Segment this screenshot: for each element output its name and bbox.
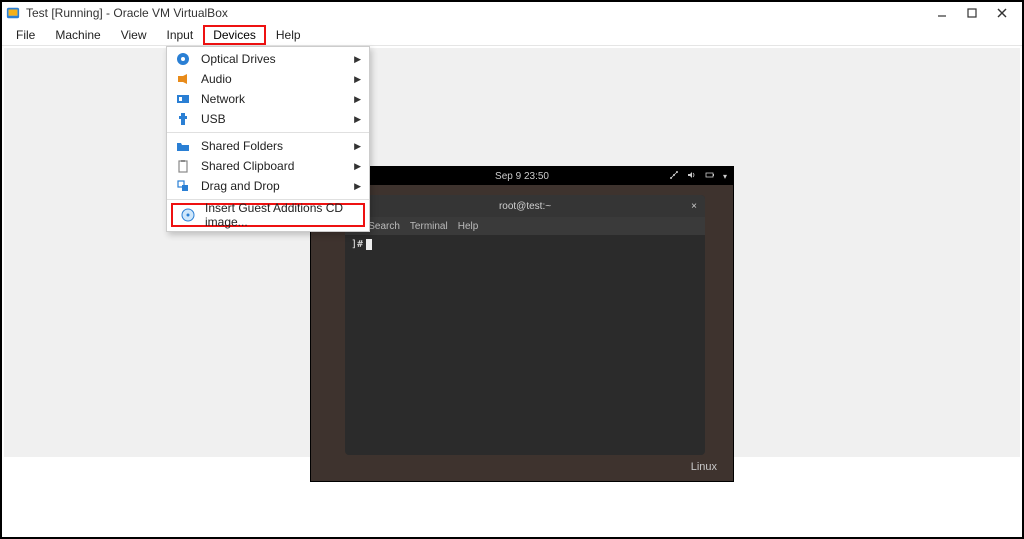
menu-network[interactable]: Network ▶ — [167, 89, 369, 109]
gnome-topbar-time: Sep 9 23:50 — [495, 171, 549, 182]
volume-icon — [687, 170, 697, 183]
terminal-close-button[interactable]: × — [691, 201, 697, 212]
chevron-right-icon: ▶ — [354, 114, 361, 125]
battery-icon — [705, 170, 715, 183]
menu-drag-and-drop[interactable]: Drag and Drop ▶ — [167, 176, 369, 196]
guest-display-area: Terminal Sep 9 23:50 ▾ root@test:~ × w S… — [4, 48, 1020, 457]
window-title: Test [Running] - Oracle VM VirtualBox — [26, 6, 934, 20]
close-button[interactable] — [994, 5, 1010, 21]
usb-label: USB — [201, 112, 226, 126]
menubar: File Machine View Input Devices Help — [2, 24, 1022, 46]
terminal-menubar: w Search Terminal Help — [345, 217, 705, 235]
folder-icon — [175, 138, 191, 154]
terminal-body[interactable]: ]# — [345, 235, 705, 254]
shared-clipboard-label: Shared Clipboard — [201, 159, 294, 173]
menu-shared-clipboard[interactable]: Shared Clipboard ▶ — [167, 156, 369, 176]
terminal-window[interactable]: root@test:~ × w Search Terminal Help ]# — [345, 195, 705, 455]
menu-optical-drives[interactable]: Optical Drives ▶ — [167, 49, 369, 69]
shared-folders-label: Shared Folders — [201, 139, 283, 153]
terminal-cursor — [366, 239, 372, 250]
terminal-menu-search[interactable]: Search — [368, 221, 400, 232]
terminal-titlebar[interactable]: root@test:~ × — [345, 195, 705, 217]
menu-help[interactable]: Help — [266, 26, 311, 44]
disc-icon — [175, 51, 191, 67]
audio-icon — [175, 71, 191, 87]
menu-input[interactable]: Input — [157, 26, 204, 44]
menu-view[interactable]: View — [111, 26, 157, 44]
chevron-right-icon: ▶ — [354, 74, 361, 85]
menu-devices-highlighted[interactable]: Devices — [203, 25, 266, 45]
terminal-menu-help[interactable]: Help — [458, 221, 479, 232]
gnome-tray[interactable]: ▾ — [669, 170, 727, 183]
chevron-right-icon: ▶ — [354, 94, 361, 105]
menu-file[interactable]: File — [6, 26, 45, 44]
menu-machine[interactable]: Machine — [45, 26, 110, 44]
terminal-menu-terminal[interactable]: Terminal — [410, 221, 448, 232]
virtualbox-icon — [6, 6, 20, 20]
menu-usb[interactable]: USB ▶ — [167, 109, 369, 129]
menu-separator — [167, 199, 369, 200]
drag-and-drop-label: Drag and Drop — [201, 179, 280, 193]
menu-insert-guest-additions[interactable]: Insert Guest Additions CD image... — [171, 203, 365, 227]
usb-icon — [175, 111, 191, 127]
terminal-prompt: ]# — [351, 239, 363, 250]
menu-separator — [167, 132, 369, 133]
menu-devices-label: Devices — [213, 28, 256, 42]
chevron-right-icon: ▶ — [354, 161, 361, 172]
minimize-button[interactable] — [934, 5, 950, 21]
clipboard-icon — [175, 158, 191, 174]
network-card-icon — [175, 91, 191, 107]
terminal-title: root@test:~ — [499, 201, 551, 212]
optical-drives-label: Optical Drives — [201, 52, 276, 66]
vm-host-label: Linux — [691, 461, 717, 473]
network-icon — [669, 170, 679, 183]
drag-drop-icon — [175, 178, 191, 194]
chevron-right-icon: ▶ — [354, 181, 361, 192]
disc-insert-icon — [181, 207, 195, 223]
menu-audio[interactable]: Audio ▶ — [167, 69, 369, 89]
menu-shared-folders[interactable]: Shared Folders ▶ — [167, 136, 369, 156]
maximize-button[interactable] — [964, 5, 980, 21]
window-titlebar: Test [Running] - Oracle VM VirtualBox — [2, 2, 1022, 24]
gnome-topbar[interactable]: Terminal Sep 9 23:50 ▾ — [311, 167, 733, 185]
chevron-right-icon: ▶ — [354, 141, 361, 152]
devices-dropdown: Optical Drives ▶ Audio ▶ Network ▶ USB ▶… — [166, 46, 370, 232]
audio-label: Audio — [201, 72, 232, 86]
chevron-down-icon: ▾ — [723, 172, 727, 181]
chevron-right-icon: ▶ — [354, 54, 361, 65]
insert-guest-additions-label: Insert Guest Additions CD image... — [205, 201, 355, 229]
network-label: Network — [201, 92, 245, 106]
vm-screen[interactable]: Terminal Sep 9 23:50 ▾ root@test:~ × w S… — [310, 166, 734, 482]
